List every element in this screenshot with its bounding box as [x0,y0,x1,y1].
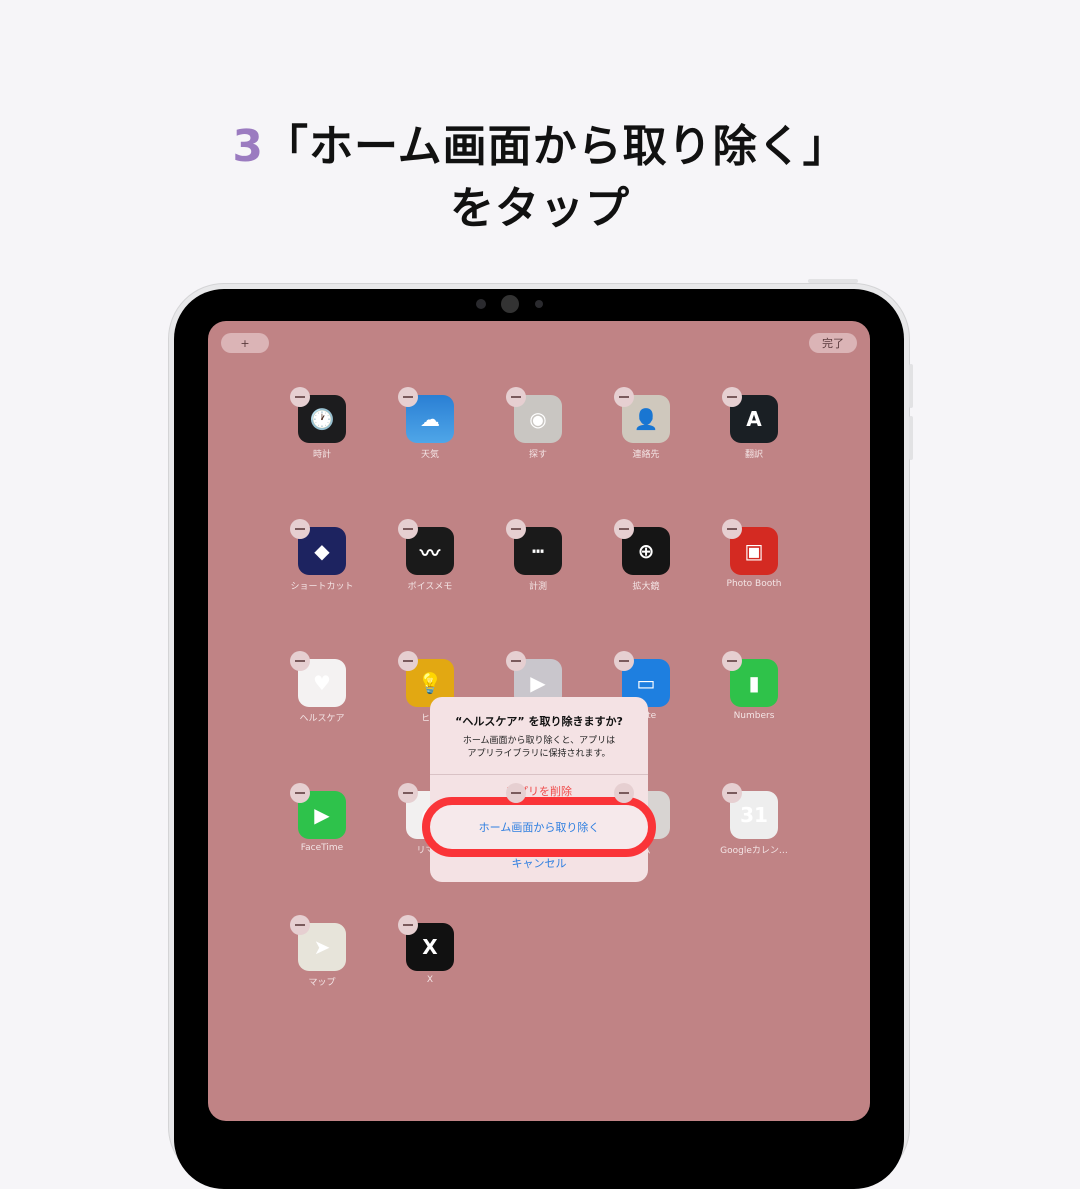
remove-app-minus-icon[interactable] [614,783,634,803]
app-x[interactable]: XX [376,915,484,987]
remove-app-minus-icon[interactable] [722,519,742,539]
remove-app-minus-icon[interactable] [506,519,526,539]
remove-app-minus-icon[interactable] [290,651,310,671]
dialog-message: ホーム画面から取り除くと、アプリは アプリライブラリに保持されます。 [430,735,648,761]
app-contacts[interactable]: 👤 連絡先 [592,387,700,460]
remove-app-minus-icon[interactable] [506,387,526,407]
remove-app-minus-icon[interactable] [290,387,310,407]
translate-icon: A [722,387,778,443]
app-label: 翻訳 [744,450,763,460]
remove-app-minus-icon[interactable] [722,387,742,407]
app-voice-memos[interactable]: 〰ボイスメモ [376,519,484,592]
app-label: Photo Booth [726,579,782,589]
message-line: アプリライブラリに保持されます。 [467,749,611,759]
app-facetime[interactable]: ▶ FaceTime [268,783,376,855]
maps-icon: ➤ [290,915,346,971]
google-calendar-icon: 31 [722,783,778,839]
app-maps[interactable]: ➤ マップ [268,915,376,988]
top-button [808,279,858,283]
photo-booth-icon: ▣ [722,519,778,575]
remove-app-minus-icon[interactable] [614,651,634,671]
divider [430,774,648,775]
find-my-icon: ◉ [506,387,562,443]
message-line: ホーム画面から取り除くと、アプリは [462,736,616,746]
weather-icon: ☁ [398,387,454,443]
remove-app-minus-icon[interactable] [398,915,418,935]
remove-app-minus-icon[interactable] [398,519,418,539]
app-shortcuts[interactable]: ◆ ショートカット [268,519,376,592]
x-icon: X [398,915,454,971]
heading-line2: をタップ [450,183,630,234]
camera-icon [501,295,519,313]
remove-app-minus-icon[interactable] [506,783,526,803]
remove-app-minus-icon[interactable] [290,915,310,935]
app-health[interactable]: ♥ ヘルスケア [268,651,376,724]
app-label: 連絡先 [632,450,660,460]
remove-app-minus-icon[interactable] [398,783,418,803]
numbers-icon: ▮ [722,651,778,707]
app-weather[interactable]: ☁ 天気 [376,387,484,460]
remove-app-minus-icon[interactable] [614,387,634,407]
app-label: Numbers [733,711,775,721]
remove-app-minus-icon[interactable] [290,783,310,803]
contacts-icon: 👤 [614,387,670,443]
shortcuts-icon: ◆ [290,519,346,575]
app-label: 探す [528,450,547,460]
remove-app-minus-icon[interactable] [722,783,742,803]
cancel-button[interactable]: キャンセル [430,855,648,871]
add-widget-button[interactable]: + [221,333,269,353]
app-photo-booth[interactable]: ▣ Photo Booth [700,519,808,591]
app-label: X [426,975,434,985]
sensor-icon [535,300,543,308]
app-translate[interactable]: A 翻訳 [700,387,808,460]
step-number: 3 [232,121,264,172]
app-label: 計測 [528,582,547,592]
remove-app-minus-icon[interactable] [398,387,418,407]
volume-down-button [909,416,913,460]
app-label: マップ [308,978,336,988]
app-clock[interactable]: 🕐 時計 [268,387,376,460]
volume-up-button [909,364,913,408]
app-label: ヘルスケア [299,714,345,724]
app-label: 時計 [312,450,331,460]
app-numbers[interactable]: ▮ Numbers [700,651,808,723]
magnifier-icon: ⊕ [614,519,670,575]
done-button[interactable]: 完了 [809,333,857,353]
app-magnifier[interactable]: ⊕ 拡大鏡 [592,519,700,592]
app-measure[interactable]: ┅ 計測 [484,519,592,592]
measure-icon: ┅ [506,519,562,575]
remove-app-minus-icon[interactable] [398,651,418,671]
app-label: 天気 [420,450,439,460]
remove-app-minus-icon[interactable] [614,519,634,539]
app-label: ショートカット [290,582,354,592]
remove-app-minus-icon[interactable] [506,651,526,671]
remove-app-minus-icon[interactable] [722,651,742,671]
remove-from-home-button[interactable]: ホーム画面から取り除く [422,797,656,857]
voice-memos-icon: 〰 [398,519,454,575]
heading-line1: 3「ホーム画面から取り除く」 [0,110,1080,174]
app-find-my[interactable]: ◉ 探す [484,387,592,460]
dialog-title: “ヘルスケア” を取り除きますか? [455,715,623,728]
app-label: Googleカレン… [720,846,788,856]
sensor-icon [476,299,486,309]
home-screen: + 完了 🕐 時計 ☁ 天気 ◉ 探す 👤 連絡先 A 翻訳 ◆ ショートカット 〰ボイスメモ ┅ 計測 ⊕ 拡… [208,321,870,1121]
health-icon: ♥ [290,651,346,707]
app-google-calendar[interactable]: 31 Googleカレン… [700,783,808,856]
heading-text: 「ホーム画面から取り除く」 [263,121,848,172]
clock-icon: 🕐 [290,387,346,443]
remove-app-minus-icon[interactable] [290,519,310,539]
app-label: ボイスメモ [407,582,453,592]
app-label: 拡大鏡 [632,582,660,592]
facetime-icon: ▶ [290,783,346,839]
app-label: FaceTime [300,843,344,853]
